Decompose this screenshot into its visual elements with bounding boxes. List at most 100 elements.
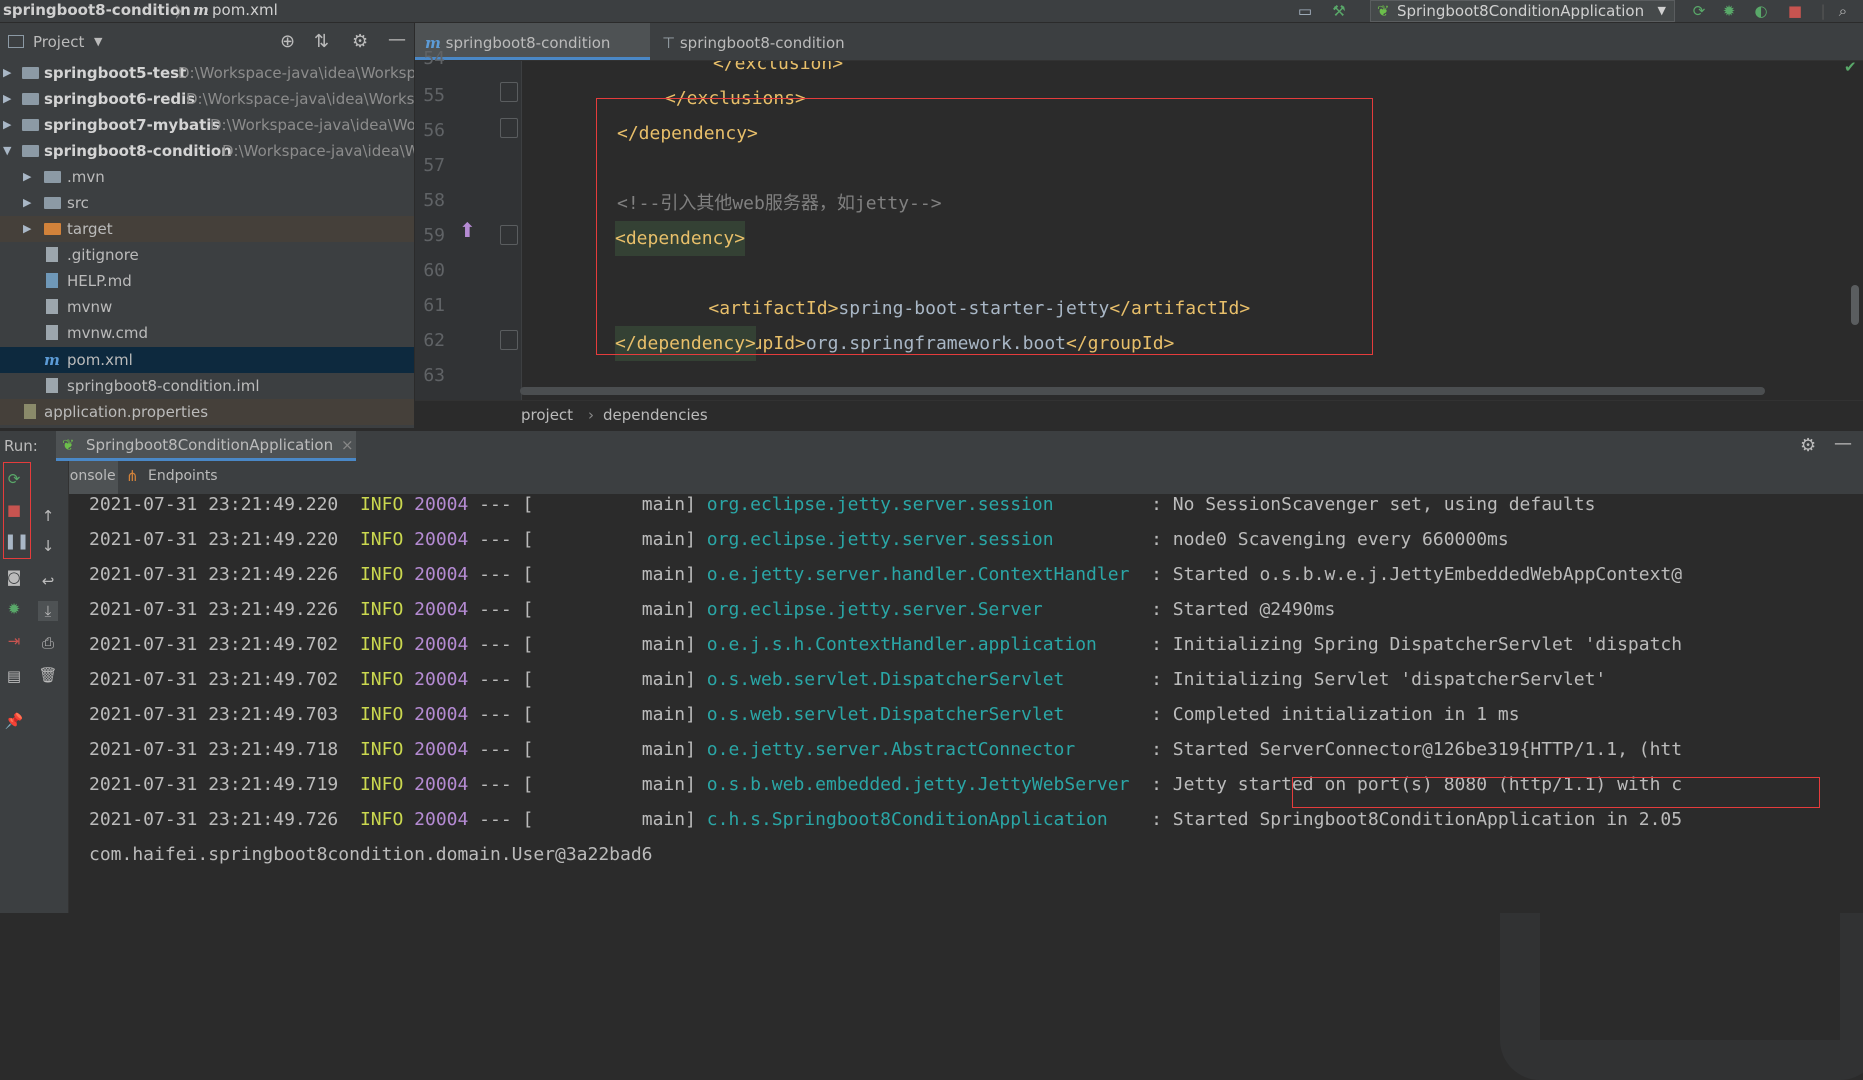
build-hammer-icon[interactable]: ⚒ [1330, 2, 1348, 20]
arrow-down-icon[interactable]: ↓ [38, 536, 58, 556]
fold-marker-icon[interactable] [500, 118, 518, 138]
log-thread: main] [641, 564, 696, 585]
pin-icon[interactable]: 📌 [4, 711, 24, 731]
tree-item-src[interactable]: ▶ src [0, 190, 414, 216]
exit-icon[interactable]: ⇥ [4, 631, 24, 651]
scroll-to-end-icon[interactable]: ⤓ [38, 601, 58, 621]
layout-icon[interactable]: ▤ [4, 666, 24, 686]
run-configuration-select[interactable]: ❦ Springboot8ConditionApplication ▼ [1370, 0, 1675, 22]
tree-item-gitignore[interactable]: .gitignore [0, 242, 414, 268]
tree-item-label: application.properties [44, 403, 209, 421]
line-number: 57 [423, 155, 445, 176]
tree-item-springboot7-mybatis[interactable]: ▶ springboot7-mybatis D:\Workspace-java\… [0, 112, 414, 138]
console-output[interactable]: 2021-07-31 23:21:49.220 INFO 20004 --- [… [69, 494, 1863, 913]
collapse-all-icon[interactable]: ⇅ [314, 31, 329, 52]
tab-structure[interactable]: ⊤ springboot8-condition × [652, 23, 867, 92]
tree-item-springboot5-test[interactable]: ▶ springboot5-test D:\Workspace-java\ide… [0, 63, 414, 86]
log-level: INFO [359, 774, 404, 795]
markdown-file-icon [46, 273, 58, 288]
tree-item-springboot8-condition[interactable]: ▼ springboot8-condition D:\Workspace-jav… [0, 138, 414, 164]
arrow-up-icon[interactable]: ↑ [38, 506, 58, 526]
log-thread: main] [641, 634, 696, 655]
tree-item-target[interactable]: ▶ target [0, 216, 414, 242]
hide-panel-icon[interactable]: — [1834, 433, 1852, 454]
print-icon[interactable]: ⎙ [38, 633, 58, 653]
chevron-right-icon[interactable]: ▶ [23, 190, 31, 216]
fold-marker-icon[interactable] [500, 225, 518, 245]
line-number: 59 [423, 225, 445, 246]
inspection-ok-icon[interactable]: ✔ [1844, 58, 1857, 76]
tree-item-label: pom.xml [67, 351, 133, 369]
line-number: 58 [423, 190, 445, 211]
chevron-right-icon[interactable]: ▶ [23, 216, 31, 242]
tree-item-label: mvnw.cmd [67, 324, 149, 342]
chevron-right-icon[interactable]: ▶ [3, 63, 11, 86]
tree-item-springboot6-redis[interactable]: ▶ springboot6-redis D:\Workspace-java\id… [0, 86, 414, 112]
trash-icon[interactable]: 🗑 [38, 665, 58, 685]
highlight-box-jetty-port [1292, 777, 1820, 808]
tree-item-iml[interactable]: springboot8-condition.iml [0, 373, 414, 399]
log-level: INFO [359, 704, 404, 725]
coverage-icon[interactable]: ◐ [1752, 2, 1770, 20]
vertical-scrollbar[interactable] [1851, 285, 1859, 325]
log-message: : Started Springboot8ConditionApplicatio… [1151, 809, 1683, 830]
tree-item-mvn[interactable]: ▶ .mvn [0, 164, 414, 190]
camera-icon[interactable]: ◙ [4, 567, 24, 587]
debug-bug-icon[interactable]: ✹ [1720, 2, 1738, 20]
log-line: 2021-07-31 23:21:49.220 INFO 20004 --- [… [89, 522, 1509, 557]
tree-item-label: .gitignore [67, 246, 139, 264]
horizontal-scrollbar[interactable] [520, 387, 1765, 395]
excluded-folder-icon [44, 223, 61, 235]
tab-endpoints[interactable]: ⋔ Endpoints [124, 461, 219, 494]
breadcrumb-project[interactable]: project [521, 406, 573, 424]
tree-item-mvnw-cmd[interactable]: mvnw.cmd [0, 320, 414, 346]
log-sep: --- [ [479, 564, 534, 585]
search-everywhere-icon[interactable]: ⌕ [1834, 2, 1852, 20]
tree-item-mvnw[interactable]: mvnw [0, 294, 414, 320]
properties-file-icon [24, 404, 36, 419]
log-level: INFO [359, 634, 404, 655]
log-sep: --- [ [479, 669, 534, 690]
tree-item-pom-xml[interactable]: m pom.xml [0, 347, 414, 373]
maven-file-icon: m [193, 1, 209, 19]
chevron-down-icon[interactable]: ▼ [94, 35, 102, 48]
chevron-right-icon[interactable]: ▶ [3, 112, 11, 138]
module-folder-icon [22, 93, 39, 105]
log-message: : Initializing Servlet 'dispatcherServle… [1151, 669, 1607, 690]
tree-item-help-md[interactable]: HELP.md [0, 268, 414, 294]
chevron-right-icon[interactable]: ▶ [3, 86, 11, 112]
text-file-icon [46, 247, 58, 262]
breadcrumb-dependencies[interactable]: dependencies [603, 406, 708, 424]
fold-marker-icon[interactable] [500, 82, 518, 102]
project-view-icon [8, 35, 24, 48]
chevron-right-icon[interactable]: ▶ [23, 164, 31, 190]
stop-icon[interactable]: ■ [1786, 2, 1804, 20]
soft-wrap-icon[interactable]: ↩ [38, 571, 58, 591]
fold-marker-icon[interactable] [500, 330, 518, 350]
project-panel-title[interactable]: Project [33, 33, 84, 51]
rerun-icon[interactable]: ⟳ [1690, 2, 1708, 20]
project-structure-icon[interactable]: ▭ [1296, 2, 1314, 20]
breadcrumb-file[interactable]: pom.xml [212, 1, 278, 19]
close-icon[interactable]: × [341, 436, 354, 454]
hide-panel-icon[interactable]: — [388, 29, 406, 50]
settings-gear-icon[interactable]: ⚙ [352, 31, 368, 52]
log-logger: c.h.s.Springboot8ConditionApplication [706, 809, 1108, 830]
tree-item-application-properties[interactable]: application.properties [0, 399, 414, 425]
tab-pom-xml[interactable]: m springboot8-condition [415, 23, 650, 60]
log-logger: o.e.j.s.h.ContextHandler.application [706, 634, 1097, 655]
maven-dependency-icon[interactable]: ⬆ [459, 218, 476, 242]
run-configuration-label: Springboot8ConditionApplication [1397, 2, 1645, 20]
run-tab[interactable]: ❦ Springboot8ConditionApplication × [56, 431, 356, 461]
tree-item-label: target [67, 220, 113, 238]
debug-bug-icon[interactable]: ✹ [4, 599, 24, 619]
settings-gear-icon[interactable]: ⚙ [1800, 435, 1816, 456]
locate-file-icon[interactable]: ⊕ [280, 31, 295, 52]
breadcrumb-project[interactable]: springboot8-condition [3, 1, 191, 19]
log-message: : Started o.s.b.w.e.j.JettyEmbeddedWebAp… [1151, 564, 1683, 585]
chevron-down-icon[interactable]: ▼ [3, 138, 11, 164]
line-number: 56 [423, 120, 445, 141]
run-label: Run: [4, 437, 38, 455]
line-number: 54 [423, 48, 445, 69]
code-line: </exclusion> [713, 61, 844, 74]
